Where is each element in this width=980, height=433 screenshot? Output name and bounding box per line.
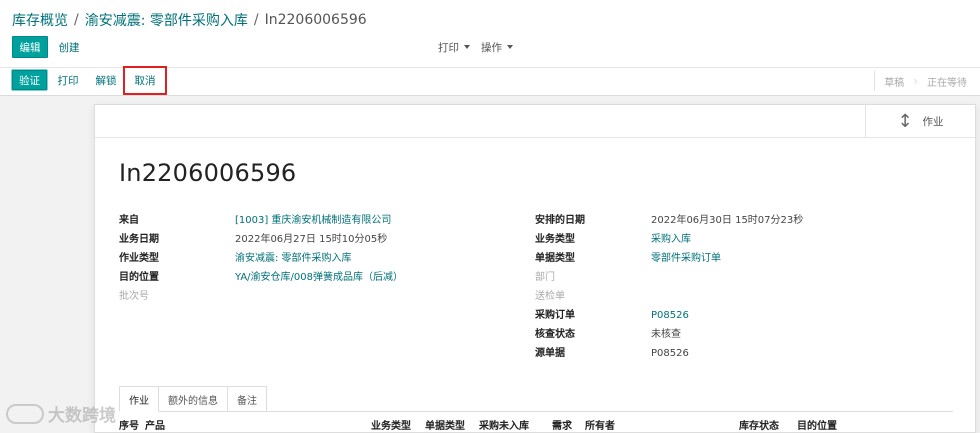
field-label: 部门 [535,272,555,283]
breadcrumb-separator: / [253,12,259,28]
cancel-button[interactable]: 取消 [123,66,167,95]
print-dropdown-label: 打印 [438,41,459,54]
field-row: 送检单 [535,287,803,306]
edit-button[interactable]: 编辑 [12,36,48,58]
field-row: 作业类型 渝安减震: 零部件采购入库 [119,249,403,268]
stage-draft[interactable]: 草稿 [874,71,913,91]
left-field-group: 来自 [1003] 重庆渝安机械制造有限公司业务日期 2022年06月27日 15时… [119,211,403,306]
field-value[interactable]: [1003] 重庆渝安机械制造有限公司 [235,211,391,230]
field-label: 核查状态 [535,329,575,340]
field-label: 批次号 [119,291,149,302]
right-field-group: 安排的日期 2022年06月30日 15时07分23秒业务类型 采购入库单据类型 零部… [535,211,803,363]
field-value[interactable]: 渝安减震: 零部件采购入库 [235,249,352,268]
field-row: 目的位置 YA/渝安仓库/008弹簧成品库（后减） [119,268,403,287]
field-value: 2022年06月27日 15时10分05秒 [235,234,388,245]
column-header[interactable]: 所有者 [585,417,615,432]
field-row: 业务类型 采购入库 [535,230,803,249]
column-header[interactable]: 目的位置 [797,417,837,432]
field-value[interactable]: 零部件采购订单 [651,249,721,268]
table-header: 序号 产品 业务类型 单据类型 采购未入库 需求 所有者 库存状态 目的位置 [119,417,953,433]
breadcrumb-inventory-overview[interactable]: 库存概览 [12,10,68,30]
unlock-button[interactable]: 解锁 [90,70,122,90]
field-value: 2022年06月30日 15时07分23秒 [651,215,804,226]
field-row: 安排的日期 2022年06月30日 15时07分23秒 [535,211,803,230]
field-label: 源单据 [535,348,565,359]
field-row: 部门 [535,268,803,287]
field-label: 业务类型 [535,234,575,245]
column-header[interactable]: 库存状态 [739,417,779,432]
breadcrumb-separator: / [74,12,79,28]
operations-smart-button[interactable]: ↕ 作业 [865,105,975,138]
column-header[interactable]: 序号 [119,417,139,432]
chevron-down-icon [464,45,470,49]
tab-1[interactable]: 额外的信息 [158,386,228,411]
column-header[interactable]: 需求 [552,417,572,432]
field-value[interactable]: P08526 [651,306,689,325]
tab-0[interactable]: 作业 [119,386,159,412]
field-value[interactable]: YA/渝安仓库/008弹簧成品库（后减） [235,268,403,287]
column-header[interactable]: 单据类型 [425,417,465,432]
field-row: 业务日期 2022年06月27日 15时10分05秒 [119,230,403,249]
action-dropdown-label: 操作 [481,41,502,54]
field-value: P08526 [651,348,689,359]
field-label: 目的位置 [119,272,159,283]
field-row: 源单据 P08526 [535,344,803,363]
column-header[interactable]: 产品 [145,417,165,432]
notebook-tabs: 作业 额外的信息 备注 [119,386,953,412]
field-row: 采购订单 P08526 [535,306,803,325]
print-button[interactable]: 打印 [53,70,83,90]
form-sheet: ↕ 作业 In2206006596 来自 [1003] 重庆渝安机械制造有限公司业… [94,104,976,433]
validate-button[interactable]: 验证 [12,70,47,90]
field-label: 安排的日期 [535,215,585,226]
stage-indicator: 草稿 › 正在等待 [874,71,976,91]
smart-button-box: ↕ 作业 [95,105,975,138]
watermark-logo-icon [6,403,44,424]
record-title: In2206006596 [119,159,297,187]
print-dropdown[interactable]: 打印 [436,36,472,58]
tab-2[interactable]: 备注 [227,386,267,411]
updown-arrow-icon: ↕ [897,110,913,132]
breadcrumb-operation-type[interactable]: 渝安减震: 零部件采购入库 [85,10,248,30]
field-row: 批次号 [119,287,403,306]
breadcrumb-current: In2206006596 [264,12,367,28]
chevron-down-icon [507,45,513,49]
action-dropdown[interactable]: 操作 [478,36,516,58]
field-row: 单据类型 零部件采购订单 [535,249,803,268]
stage-waiting[interactable]: 正在等待 [918,71,976,91]
field-label: 单据类型 [535,253,575,264]
field-label: 来自 [119,215,139,226]
field-value[interactable]: 采购入库 [651,230,691,249]
create-button[interactable]: 创建 [54,36,84,58]
breadcrumb: 库存概览 / 渝安减震: 零部件采购入库 / In2206006596 [12,10,367,30]
column-header[interactable]: 采购未入库 [479,417,529,432]
operations-smart-button-label: 作业 [922,116,944,128]
field-label: 送检单 [535,291,565,302]
field-label: 业务日期 [119,234,159,245]
control-panel: 库存概览 / 渝安减震: 零部件采购入库 / In2206006596 编辑 创… [0,0,980,96]
column-header[interactable]: 业务类型 [371,417,411,432]
field-row: 核查状态 未核查 [535,325,803,344]
field-label: 采购订单 [535,310,575,321]
field-row: 来自 [1003] 重庆渝安机械制造有限公司 [119,211,403,230]
field-value: 未核查 [651,329,681,340]
field-label: 作业类型 [119,253,159,264]
